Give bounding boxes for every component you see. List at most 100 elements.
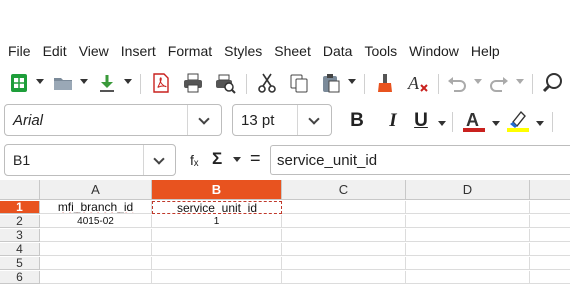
menu-sheet[interactable]: Sheet	[274, 43, 311, 59]
cell-a2[interactable]: 4015-02	[40, 215, 152, 228]
clone-formatting-icon[interactable]	[372, 70, 398, 96]
cell-a3[interactable]	[40, 229, 152, 242]
italic-button[interactable]: I	[380, 108, 406, 134]
cell-e6[interactable]	[530, 271, 570, 284]
chevron-down-icon[interactable]	[80, 79, 88, 84]
cell-b5[interactable]	[152, 257, 282, 270]
menu-insert[interactable]: Insert	[121, 43, 156, 59]
chevron-down-icon[interactable]	[438, 121, 446, 126]
cell-d2[interactable]	[406, 215, 530, 228]
cell-c3[interactable]	[282, 229, 406, 242]
font-name-combobox[interactable]: Arial	[4, 104, 222, 136]
export-pdf-icon[interactable]	[148, 70, 174, 96]
cell-c4[interactable]	[282, 243, 406, 256]
cell-d5[interactable]	[406, 257, 530, 270]
svg-text:A: A	[407, 73, 420, 93]
row-header-4[interactable]: 4	[0, 243, 40, 256]
paste-icon[interactable]	[318, 70, 344, 96]
row-header-2[interactable]: 2	[0, 215, 40, 228]
sum-button[interactable]: Σ	[212, 149, 222, 169]
row-header-5[interactable]: 5	[0, 257, 40, 270]
cell-e1[interactable]	[530, 201, 570, 214]
cell-e3[interactable]	[530, 229, 570, 242]
undo-icon[interactable]	[444, 70, 470, 96]
chevron-down-icon[interactable]	[348, 79, 356, 84]
cell-c2[interactable]	[282, 215, 406, 228]
save-icon[interactable]	[94, 70, 120, 96]
column-header-e[interactable]	[530, 180, 570, 200]
function-wizard-button[interactable]: fₓ	[190, 152, 198, 168]
chevron-down-icon[interactable]	[474, 79, 482, 84]
cut-icon[interactable]	[254, 70, 280, 96]
cell-b2[interactable]: 1	[152, 215, 282, 228]
cell-b6[interactable]	[152, 271, 282, 284]
cell-a5[interactable]	[40, 257, 152, 270]
find-replace-icon[interactable]	[540, 70, 566, 96]
new-spreadsheet-icon[interactable]	[6, 70, 32, 96]
chevron-down-icon[interactable]	[492, 121, 500, 126]
row-header-6[interactable]: 6	[0, 271, 40, 284]
font-name-dropdown[interactable]	[187, 105, 221, 135]
name-box[interactable]: B1	[4, 144, 176, 176]
chevron-down-icon	[198, 113, 210, 125]
menu-edit[interactable]: Edit	[43, 43, 67, 59]
print-icon[interactable]	[180, 70, 206, 96]
font-size-dropdown[interactable]	[297, 105, 331, 135]
cell-d1[interactable]	[406, 201, 530, 214]
cell-b3[interactable]	[152, 229, 282, 242]
menu-file[interactable]: File	[8, 43, 31, 59]
cell-d4[interactable]	[406, 243, 530, 256]
cell-c5[interactable]	[282, 257, 406, 270]
highlight-color-icon[interactable]	[504, 108, 532, 134]
cell-b4[interactable]	[152, 243, 282, 256]
select-all-corner[interactable]	[0, 180, 40, 200]
cell-c1[interactable]	[282, 201, 406, 214]
column-header-c[interactable]: C	[282, 180, 406, 200]
menu-styles[interactable]: Styles	[224, 43, 262, 59]
font-color-icon[interactable]: A	[460, 108, 488, 134]
clear-formatting-icon[interactable]: A	[404, 70, 432, 96]
column-header-d[interactable]: D	[406, 180, 530, 200]
font-size-combobox[interactable]: 13 pt	[232, 104, 332, 136]
cell-e2[interactable]	[530, 215, 570, 228]
menu-data[interactable]: Data	[323, 43, 353, 59]
cell-d6[interactable]	[406, 271, 530, 284]
cell-a6[interactable]	[40, 271, 152, 284]
underline-button[interactable]: U	[410, 108, 432, 134]
column-header-b[interactable]: B	[152, 180, 282, 200]
font-size-value: 13 pt	[241, 112, 275, 129]
cell-e4[interactable]	[530, 243, 570, 256]
chevron-down-icon[interactable]	[36, 79, 44, 84]
font-name-value: Arial	[13, 112, 44, 129]
cell-a1[interactable]: mfi_branch_id	[40, 201, 152, 214]
chevron-down-icon[interactable]	[516, 79, 524, 84]
menu-view[interactable]: View	[79, 43, 109, 59]
redo-icon[interactable]	[486, 70, 512, 96]
name-box-value: B1	[13, 152, 31, 168]
chevron-down-icon[interactable]	[536, 121, 544, 126]
menu-help[interactable]: Help	[471, 43, 500, 59]
spreadsheet-grid[interactable]: A B C D 1 2 3 4 5 6 mfi_branch_id servic…	[0, 180, 570, 285]
cell-e5[interactable]	[530, 257, 570, 270]
formula-input[interactable]: service_unit_id	[270, 145, 570, 175]
menu-tools[interactable]: Tools	[364, 43, 397, 59]
formula-button[interactable]: =	[250, 148, 261, 169]
chevron-down-icon[interactable]	[124, 79, 132, 84]
print-preview-icon[interactable]	[212, 70, 238, 96]
copy-icon[interactable]	[286, 70, 312, 96]
menu-format[interactable]: Format	[168, 43, 212, 59]
formula-input-value: service_unit_id	[277, 152, 378, 169]
chevron-down-icon[interactable]	[233, 157, 241, 162]
formula-bar: B1 fₓ Σ = service_unit_id	[0, 142, 570, 178]
cell-c6[interactable]	[282, 271, 406, 284]
open-folder-icon[interactable]	[50, 70, 76, 96]
row-header-1[interactable]: 1	[0, 201, 40, 214]
bold-button[interactable]: B	[344, 108, 370, 134]
column-header-a[interactable]: A	[40, 180, 152, 200]
menu-window[interactable]: Window	[409, 43, 459, 59]
cell-d3[interactable]	[406, 229, 530, 242]
cell-b1[interactable]: service_unit_id	[152, 201, 282, 214]
row-header-3[interactable]: 3	[0, 229, 40, 242]
name-box-dropdown[interactable]	[143, 145, 175, 175]
cell-a4[interactable]	[40, 243, 152, 256]
